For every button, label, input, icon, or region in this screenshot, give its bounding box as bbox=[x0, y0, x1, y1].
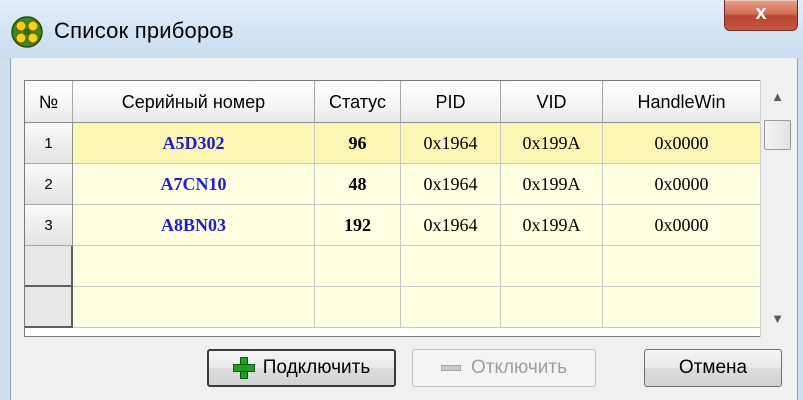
serial-cell[interactable]: A8BN03 bbox=[73, 205, 315, 246]
devices-app-icon bbox=[11, 16, 43, 48]
vid-cell[interactable]: 0x199A bbox=[501, 123, 603, 164]
arrow-up-icon[interactable]: ▲ bbox=[761, 80, 794, 114]
status-cell[interactable]: 192 bbox=[315, 205, 401, 246]
handlewin-cell[interactable]: 0x0000 bbox=[603, 123, 761, 164]
empty-cell[interactable] bbox=[603, 287, 761, 328]
empty-cell[interactable] bbox=[603, 246, 761, 287]
pid-cell[interactable]: 0x1964 bbox=[401, 123, 501, 164]
serial-cell[interactable]: A5D302 bbox=[73, 123, 315, 164]
title-bar[interactable]: Список приборов x bbox=[0, 0, 803, 58]
row-number[interactable]: 3 bbox=[25, 205, 73, 246]
col-vid-header[interactable]: VID bbox=[501, 81, 603, 123]
handlewin-cell[interactable]: 0x0000 bbox=[603, 205, 761, 246]
col-handlewin-header[interactable]: HandleWin bbox=[603, 81, 761, 123]
empty-cell[interactable] bbox=[315, 287, 401, 328]
empty-cell[interactable] bbox=[401, 246, 501, 287]
vid-cell[interactable]: 0x199A bbox=[501, 205, 603, 246]
disconnect-button: Отключить bbox=[412, 349, 596, 387]
device-grid[interactable]: № Серийный номер Статус PID VID HandleWin 1 A5D… bbox=[24, 80, 794, 337]
col-status-header[interactable]: Статус bbox=[315, 81, 401, 123]
row-number[interactable]: 1 bbox=[25, 123, 73, 164]
status-cell[interactable]: 96 bbox=[315, 123, 401, 164]
row-number[interactable]: 2 bbox=[25, 164, 73, 205]
cancel-button[interactable]: Отмена bbox=[644, 349, 782, 387]
connect-button-label: Подключить bbox=[262, 357, 371, 378]
empty-cell[interactable] bbox=[73, 246, 315, 287]
col-number-header[interactable]: № bbox=[25, 81, 73, 123]
empty-cell[interactable] bbox=[401, 287, 501, 328]
plus-icon bbox=[232, 357, 255, 379]
cancel-button-label: Отмена bbox=[678, 357, 748, 378]
row-number-empty[interactable] bbox=[25, 246, 73, 287]
arrow-down-icon[interactable]: ▼ bbox=[761, 302, 794, 336]
minus-icon bbox=[440, 365, 461, 371]
empty-cell[interactable] bbox=[501, 287, 603, 328]
col-serial-header[interactable]: Серийный номер bbox=[73, 81, 315, 123]
vid-cell[interactable]: 0x199A bbox=[501, 164, 603, 205]
row-number-empty[interactable] bbox=[25, 287, 73, 328]
vertical-scrollbar[interactable]: ▲ ▼ bbox=[760, 80, 794, 337]
empty-cell[interactable] bbox=[501, 246, 603, 287]
serial-cell[interactable]: A7CN10 bbox=[73, 164, 315, 205]
status-cell[interactable]: 48 bbox=[315, 164, 401, 205]
window-title: Список приборов bbox=[54, 18, 234, 43]
pid-cell[interactable]: 0x1964 bbox=[401, 164, 501, 205]
scroll-thumb[interactable] bbox=[764, 120, 791, 150]
disconnect-button-label: Отключить bbox=[470, 357, 568, 378]
handlewin-cell[interactable]: 0x0000 bbox=[603, 164, 761, 205]
pid-cell[interactable]: 0x1964 bbox=[401, 205, 501, 246]
empty-cell[interactable] bbox=[315, 246, 401, 287]
empty-cell[interactable] bbox=[73, 287, 315, 328]
col-pid-header[interactable]: PID bbox=[401, 81, 501, 123]
close-button[interactable]: x bbox=[724, 0, 798, 31]
connect-button[interactable]: Подключить bbox=[207, 349, 396, 387]
device-list-window: Список приборов x № Серийный номер Статус P… bbox=[0, 0, 803, 400]
